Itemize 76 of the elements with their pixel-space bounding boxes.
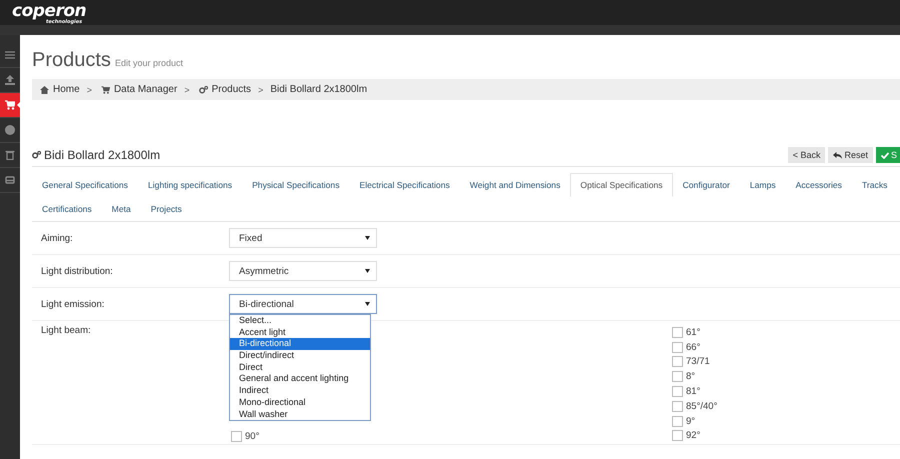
page-subtitle: Edit your product — [114, 58, 183, 68]
checkbox[interactable] — [672, 430, 683, 442]
tab[interactable]: Electrical Specifications — [350, 173, 460, 197]
checkbox-label: 85°/40° — [686, 400, 718, 412]
logo-text: coperon — [12, 0, 86, 20]
tab[interactable]: General Specifications — [32, 173, 138, 197]
tab[interactable]: Lamps — [740, 173, 786, 197]
checkbox[interactable] — [672, 342, 683, 353]
checkbox[interactable] — [672, 356, 683, 368]
checkbox-label: 92° — [686, 430, 700, 442]
dropdown-option[interactable]: Bi-directional — [230, 338, 370, 350]
caret-icon — [365, 302, 370, 306]
tab[interactable]: Configurator — [672, 173, 740, 197]
home-icon — [40, 86, 49, 94]
undo-icon — [833, 152, 842, 158]
checkbox[interactable] — [231, 431, 242, 442]
breadcrumb-link[interactable]: Bidi Bollard 2x1800lm — [270, 84, 368, 95]
tab[interactable]: Lighting specifications — [138, 173, 242, 197]
checkbox[interactable] — [672, 400, 683, 412]
breadcrumb-separator: > — [258, 84, 264, 94]
dropdown-option[interactable]: General and accent lighting — [230, 373, 370, 386]
tab[interactable]: Meta — [102, 197, 141, 221]
checkbox[interactable] — [672, 326, 683, 338]
caret-icon — [365, 236, 370, 240]
field-label: Light beam: — [40, 325, 92, 336]
checkbox[interactable] — [672, 386, 683, 398]
checkbox[interactable] — [672, 416, 683, 427]
dropdown-option[interactable]: Direct/indirect — [230, 350, 370, 362]
tab[interactable]: Weight and Dimensions — [460, 173, 570, 197]
back-button[interactable]: < Back — [788, 147, 826, 163]
gears-icon — [32, 151, 41, 159]
field-label: Light emission: — [40, 298, 106, 310]
product-title: Bidi Bollard 2x1800lm — [44, 148, 160, 162]
page-title: Products — [32, 49, 111, 72]
cart-icon — [100, 86, 110, 94]
globe-icon — [5, 125, 15, 135]
tab[interactable]: Optical Specifications — [570, 173, 673, 197]
cart-icon — [5, 100, 15, 110]
sidebar-item[interactable] — [0, 93, 20, 118]
checkbox-label: 90° — [245, 431, 260, 442]
checkbox-label: 9° — [686, 416, 696, 427]
dropdown-option[interactable]: Mono-directional — [230, 396, 370, 408]
breadcrumb-separator: > — [86, 84, 92, 94]
dropdown-option[interactable]: Indirect — [230, 385, 370, 397]
reset-button[interactable]: Reset — [828, 147, 873, 163]
checkbox-label: 8° — [686, 371, 696, 382]
select-field[interactable]: Asymmetric — [229, 261, 377, 281]
trash-icon — [5, 150, 15, 160]
breadcrumb-link[interactable]: Home — [53, 84, 80, 95]
breadcrumb-link[interactable]: Data Manager — [114, 84, 178, 95]
select-field[interactable]: Fixed — [229, 228, 377, 248]
tab[interactable]: Tracks — [852, 173, 898, 197]
checkbox-label: 66° — [686, 342, 700, 353]
check-icon — [880, 152, 889, 158]
menu-icon — [5, 50, 15, 60]
dropdown-option[interactable]: Wall washer — [230, 408, 370, 420]
checkbox-label: 73/71 — [686, 356, 710, 368]
select-field[interactable]: Bi-directional — [229, 294, 377, 314]
checkbox[interactable] — [672, 371, 683, 382]
gears-icon — [198, 86, 208, 94]
breadcrumb-separator: > — [184, 84, 190, 94]
dropdown-option[interactable]: Accent light — [230, 326, 370, 338]
breadcrumb-link[interactable]: Products — [212, 84, 252, 95]
field-label: Aiming: — [40, 232, 74, 244]
caret-icon — [365, 269, 370, 273]
checkbox-label: 61° — [686, 326, 700, 338]
field-label: Light distribution: — [40, 266, 114, 276]
dropdown-option[interactable]: Direct — [230, 362, 370, 374]
tab[interactable]: Physical Specifications — [242, 173, 350, 197]
tab[interactable]: Certifications — [32, 197, 102, 221]
tab[interactable]: Projects — [140, 197, 192, 221]
tab[interactable]: Accessories — [786, 173, 852, 197]
upload-icon — [5, 75, 15, 85]
checkbox-label: 81° — [686, 386, 700, 398]
dropdown-option[interactable]: Select... — [230, 315, 370, 327]
inbox-icon — [5, 175, 15, 185]
